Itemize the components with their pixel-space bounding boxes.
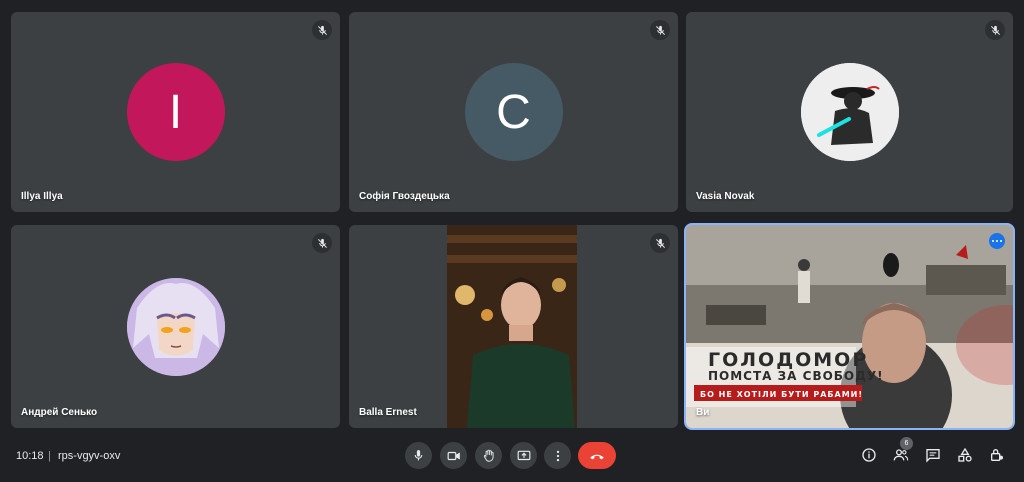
more-options-icon[interactable] bbox=[989, 233, 1005, 249]
avatar bbox=[800, 63, 899, 161]
participant-name: Софія Гвоздецька bbox=[359, 191, 450, 202]
chat-button[interactable] bbox=[923, 445, 943, 465]
participant-name: Ви bbox=[696, 407, 710, 418]
hand-icon bbox=[483, 449, 494, 462]
presentation-slide: ГОЛОДОМОР ПОМСТА ЗА СВОБОДУ! БО НЕ ХОТІЛ… bbox=[686, 225, 1013, 428]
participant-tile-illya[interactable]: I Illya Illya bbox=[11, 12, 340, 212]
separator: | bbox=[48, 450, 51, 462]
slide-tagline: БО НЕ ХОТІЛИ БУТИ РАБАМИ! bbox=[700, 390, 864, 399]
mic-button[interactable] bbox=[405, 442, 432, 469]
avatar: C bbox=[464, 63, 563, 161]
meeting-code: rps-vgyv-oxv bbox=[58, 450, 121, 462]
host-controls-button[interactable] bbox=[987, 445, 1007, 465]
slide-subtitle: ПОМСТА ЗА СВОБОДУ! bbox=[708, 369, 884, 383]
participant-tile-self[interactable]: ГОЛОДОМОР ПОМСТА ЗА СВОБОДУ! БО НЕ ХОТІЛ… bbox=[684, 223, 1015, 430]
more-options-button[interactable] bbox=[544, 442, 571, 469]
info-icon bbox=[862, 448, 876, 462]
shapes-icon bbox=[958, 447, 972, 462]
raise-hand-button[interactable] bbox=[475, 442, 502, 469]
participant-tile-vasia[interactable]: Vasia Novak bbox=[686, 12, 1013, 212]
participant-name: Vasia Novak bbox=[696, 191, 755, 202]
mic-icon bbox=[414, 450, 423, 461]
lock-person-icon bbox=[991, 449, 1003, 461]
participant-tile-balla[interactable]: Balla Ernest bbox=[349, 225, 678, 428]
mic-off-icon bbox=[312, 233, 332, 253]
present-screen-button[interactable] bbox=[510, 442, 537, 469]
mic-off-icon bbox=[312, 20, 332, 40]
meeting-time: 10:18 bbox=[16, 450, 44, 462]
more-vert-icon bbox=[556, 450, 559, 461]
participant-tile-sofia[interactable]: C Софія Гвоздецька bbox=[349, 12, 678, 212]
participant-name: Андрей Сенько bbox=[21, 407, 98, 418]
camera-button[interactable] bbox=[440, 442, 467, 469]
hangup-icon bbox=[590, 454, 604, 459]
mic-off-icon bbox=[650, 20, 670, 40]
avatar: I bbox=[126, 63, 225, 161]
present-screen-icon bbox=[517, 450, 530, 460]
participant-tile-andrey[interactable]: Андрей Сенько bbox=[11, 225, 340, 428]
activities-button[interactable] bbox=[955, 445, 975, 465]
video-feed bbox=[447, 225, 577, 428]
participant-name: Balla Ernest bbox=[359, 407, 417, 418]
leave-call-button[interactable] bbox=[578, 442, 616, 469]
mic-off-icon bbox=[985, 20, 1005, 40]
chat-icon bbox=[926, 449, 940, 463]
avatar bbox=[126, 277, 225, 376]
participant-count-badge: 6 bbox=[900, 437, 913, 450]
camera-icon bbox=[447, 451, 460, 460]
meeting-details-button[interactable] bbox=[859, 445, 879, 465]
slide-title: ГОЛОДОМОР bbox=[708, 349, 869, 371]
participant-name: Illya Illya bbox=[21, 191, 63, 202]
mic-off-icon bbox=[650, 233, 670, 253]
meeting-toolbar: 10:18 | rps-vgyv-oxv bbox=[0, 436, 1024, 482]
